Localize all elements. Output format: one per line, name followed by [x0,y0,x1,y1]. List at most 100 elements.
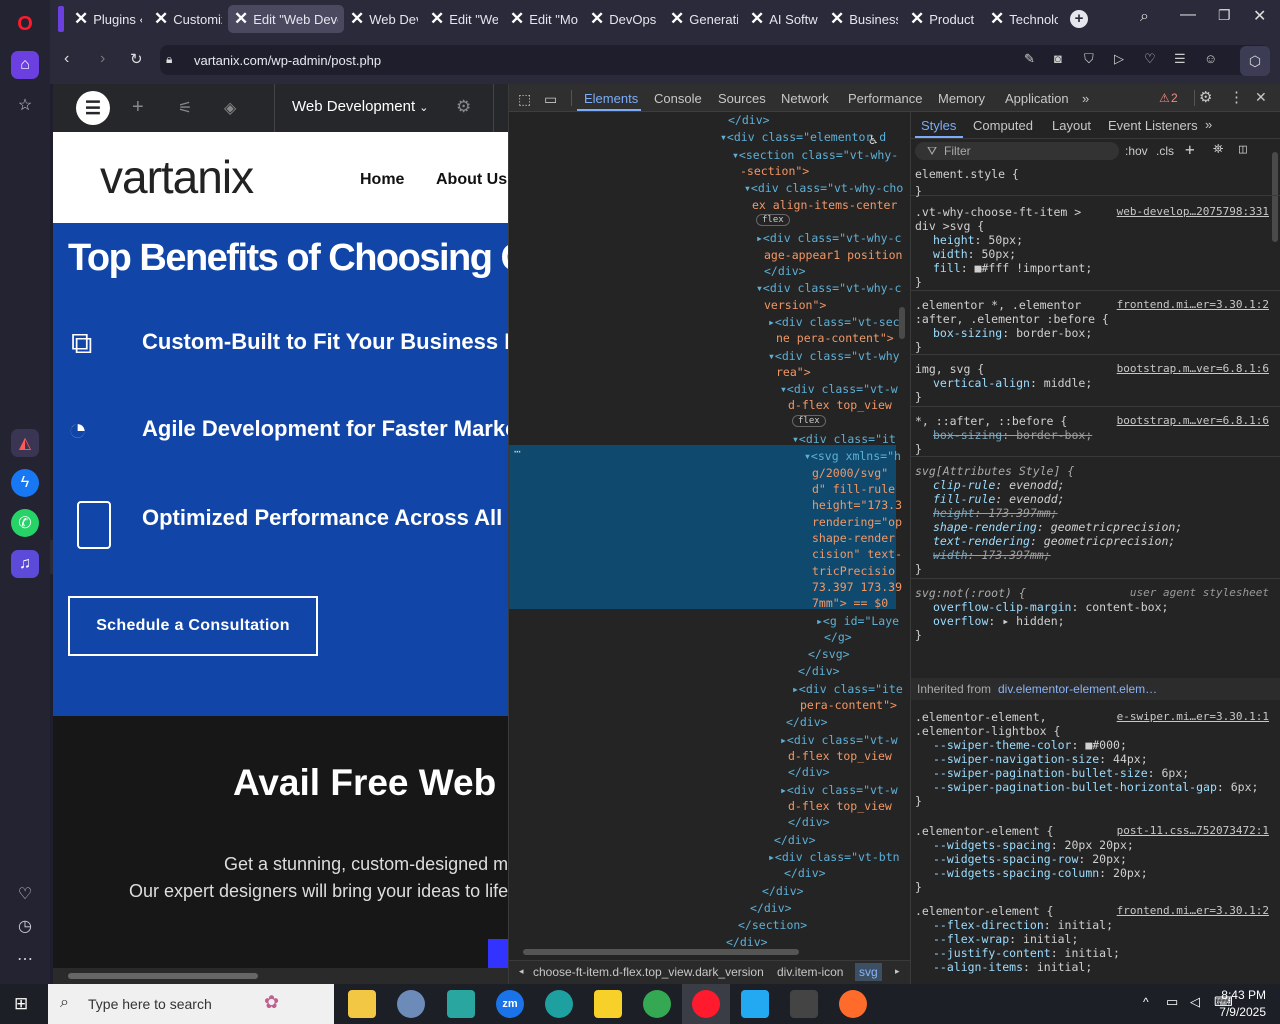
heart-icon[interactable]: ♡ [11,880,39,908]
css-rule-line[interactable]: vertical-align: middle; [933,376,1092,390]
whatsapp-icon[interactable]: ✆ [11,509,39,537]
zoom-icon[interactable]: zm [496,990,524,1018]
dom-node-line[interactable]: </div> [762,884,804,898]
new-rule-icon[interactable]: + [1185,140,1195,159]
star-icon[interactable]: ☆ [11,91,39,119]
css-source-link[interactable]: bootstrap.m…ver=6.8.1:6 [1117,414,1269,427]
edge-icon[interactable] [545,990,573,1018]
tab-console[interactable]: Console [654,91,702,106]
dom-node-line[interactable]: ▾<section class="vt-why- [732,148,898,162]
dom-node-line[interactable]: ▾<svg xmlns="h [804,449,901,463]
dom-node-line[interactable]: 7mm"> == $0 [812,596,888,610]
home-icon[interactable]: ⌂ [11,51,39,79]
css-rule-line[interactable]: overflow: ▸ hidden; [933,614,1065,628]
css-rule-line[interactable]: --flex-direction: initial; [933,918,1113,932]
url-text[interactable]: vartanix.com/wp-admin/post.php [194,53,381,68]
css-source-link[interactable]: frontend.mi…er=3.30.1:2 [1117,298,1269,311]
dom-node-line[interactable]: ▸<div class="vt-btn [768,850,900,864]
opera-logo-icon[interactable]: O [11,10,39,38]
css-rule-line[interactable]: --widgets-spacing-column: 20px; [933,866,1148,880]
css-rule-line[interactable]: img, svg { [915,362,984,376]
chevron-up-icon[interactable]: ^ [1143,995,1149,1009]
taskbar-search-box[interactable]: ⌕ Type here to search ✿ [48,984,334,1024]
css-rule-line[interactable]: } [915,880,922,894]
cls-toggle[interactable]: .cls [1156,144,1174,158]
tab-active[interactable]: ✕ Edit "Web Devel [228,5,344,33]
settings-sliders-icon[interactable]: ⚟ [178,98,192,118]
subtab-event-listeners[interactable]: Event Listeners [1108,118,1198,133]
shield-icon[interactable]: ⛉ [1084,51,1094,67]
dom-node-line[interactable]: </div> [726,935,768,949]
css-rule-line[interactable]: .elementor *, .elementor [915,298,1081,312]
dom-node-line[interactable]: </div> [728,113,770,127]
dom-node-line[interactable]: ▾<div class="vt-why-c [756,281,901,295]
reload-icon[interactable]: ↻ [130,50,143,68]
breadcrumb-item[interactable]: div.item-icon [777,965,843,979]
account-icon[interactable]: ☺ [1204,51,1217,66]
more-tabs-icon[interactable]: » [1082,91,1089,106]
app-icon[interactable] [397,990,425,1018]
css-rule-line[interactable]: .vt-why-choose-ft-item > [915,205,1081,219]
css-rule-line[interactable]: --widgets-spacing: 20px 20px; [933,838,1134,852]
dom-node-line[interactable]: height="173.3 [812,498,902,512]
tree-hscroll[interactable] [509,945,910,961]
dom-node-line[interactable]: ▾<div class="it [792,432,896,446]
tab[interactable]: ✕AI Softwa [744,5,824,33]
site-logo[interactable]: vartanix [100,150,254,204]
css-rule-line[interactable]: fill: ■#fff !important; [933,261,1092,275]
back-icon[interactable]: ‹ [64,50,69,68]
css-rule-line[interactable]: --widgets-spacing-row: 20px; [933,852,1127,866]
dom-node-line[interactable]: </svg> [808,647,850,661]
dom-node-line[interactable]: </div> [788,765,830,779]
dom-node-line[interactable]: ▸<div class="vt-w [780,783,898,797]
scroll-thumb[interactable] [68,973,258,979]
dom-node-line[interactable]: g/2000/svg" [812,466,888,480]
tab-performance[interactable]: Performance [848,91,922,106]
flex-badge[interactable]: flex [756,214,790,226]
css-rule-line[interactable]: --swiper-navigation-size: 44px; [933,752,1148,766]
settings-gear-icon[interactable]: ⚙ [1199,88,1212,106]
dom-node-line[interactable]: ▸<div class="vt-why-c [756,231,901,245]
dom-node-line[interactable]: ▾<div class="vt-why [768,349,900,363]
new-tab-icon[interactable]: + [1070,10,1088,28]
flex-badge[interactable]: flex [792,415,826,427]
css-rule-line[interactable]: } [915,275,922,289]
aria-icon[interactable]: ◭ [11,429,39,457]
breadcrumb-left-icon[interactable]: ◂ [519,966,524,977]
css-source-link[interactable]: frontend.mi…er=3.30.1:2 [1117,904,1269,917]
dom-node-line[interactable]: ▸<g id="Laye [816,614,899,628]
inspect-icon[interactable]: ⬚ [518,91,531,108]
dom-node-line[interactable]: </div> [784,866,826,880]
css-rule-line[interactable]: width: 50px; [933,247,1016,261]
css-rule-line[interactable]: .elementor-element, [915,710,1047,724]
css-rule-line[interactable]: .elementor-element { [915,824,1053,838]
breadcrumb-right-icon[interactable]: ▸ [895,966,900,977]
dom-node-line[interactable]: 73.397 173.39 [812,580,902,594]
inherited-link[interactable]: div.elementor-element.elem… [998,682,1157,696]
warning-icon[interactable]: ⚠ [1159,91,1170,105]
more-subtabs-icon[interactable]: » [1205,117,1212,132]
css-rule-line[interactable]: } [915,442,922,456]
app-icon[interactable] [447,990,475,1018]
layers-icon[interactable]: ◈ [224,98,236,118]
edit-icon[interactable]: ✎ [1024,51,1035,67]
dom-node-line[interactable]: age-appear1 position [764,248,902,262]
page-scrollbar[interactable] [53,968,508,984]
chrome-icon[interactable] [643,990,671,1018]
clock-time[interactable]: 8:43 PM [1220,988,1266,1002]
dom-node-line[interactable]: d-flex top_view [788,799,892,813]
page-select[interactable]: Web Development ⌄ [292,98,429,115]
tab-application[interactable]: Application [1005,91,1069,106]
tab[interactable]: ✕ Edit "Mo [504,5,584,33]
css-rule-line[interactable]: overflow-clip-margin: content-box; [933,600,1168,614]
dom-node-line[interactable]: d-flex top_view [788,398,892,412]
dom-node-line[interactable]: -section"> [740,164,809,178]
volume-icon[interactable]: ◁ [1190,994,1200,1010]
dom-node-line[interactable]: rea"> [776,365,811,379]
css-source-link[interactable]: bootstrap.m…ver=6.8.1:6 [1117,362,1269,375]
dom-node-line[interactable]: </g> [824,630,852,644]
css-source-link[interactable]: user agent stylesheet [1130,586,1269,599]
css-rule-line[interactable]: } [915,390,922,404]
forward-icon[interactable]: › [100,50,105,68]
css-rule-line[interactable]: *, ::after, ::before { [915,414,1067,428]
